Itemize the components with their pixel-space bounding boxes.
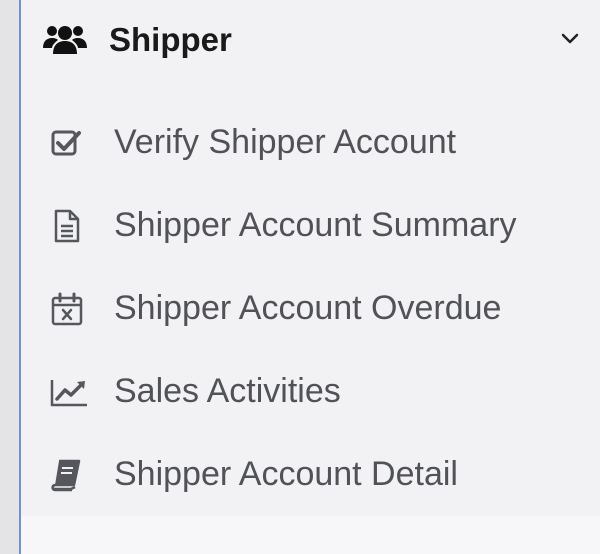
menu-item-sales-activities[interactable]: Sales Activities	[21, 361, 600, 421]
menu-item-label: Verify Shipper Account	[114, 123, 457, 161]
menu-item-label: Shipper Account Detail	[114, 455, 458, 493]
sidebar-menu: Shipper Verify Shipper Account Shipper A…	[19, 0, 600, 554]
sidebar-bottom-area	[21, 516, 600, 554]
check-square-icon	[49, 125, 85, 161]
users-icon	[43, 24, 87, 58]
menu-item-label: Sales Activities	[114, 372, 341, 410]
shipper-group-header[interactable]: Shipper	[21, 0, 600, 82]
menu-item-label: Shipper Account Overdue	[114, 289, 502, 327]
menu-item-shipper-account-summary[interactable]: Shipper Account Summary	[21, 195, 600, 255]
chevron-down-icon[interactable]	[560, 30, 580, 46]
calendar-x-icon	[49, 291, 85, 327]
menu-item-shipper-account-overdue[interactable]: Shipper Account Overdue	[21, 278, 600, 338]
menu-item-shipper-account-detail[interactable]: Shipper Account Detail	[21, 444, 600, 504]
shipper-group-title: Shipper	[109, 21, 232, 58]
menu-item-verify-shipper-account[interactable]: Verify Shipper Account	[21, 112, 600, 172]
menu-item-label: Shipper Account Summary	[114, 206, 517, 244]
book-icon	[49, 457, 85, 493]
file-text-icon	[49, 208, 85, 244]
app-background: Shipper Verify Shipper Account Shipper A…	[0, 0, 600, 554]
line-chart-icon	[49, 374, 87, 410]
